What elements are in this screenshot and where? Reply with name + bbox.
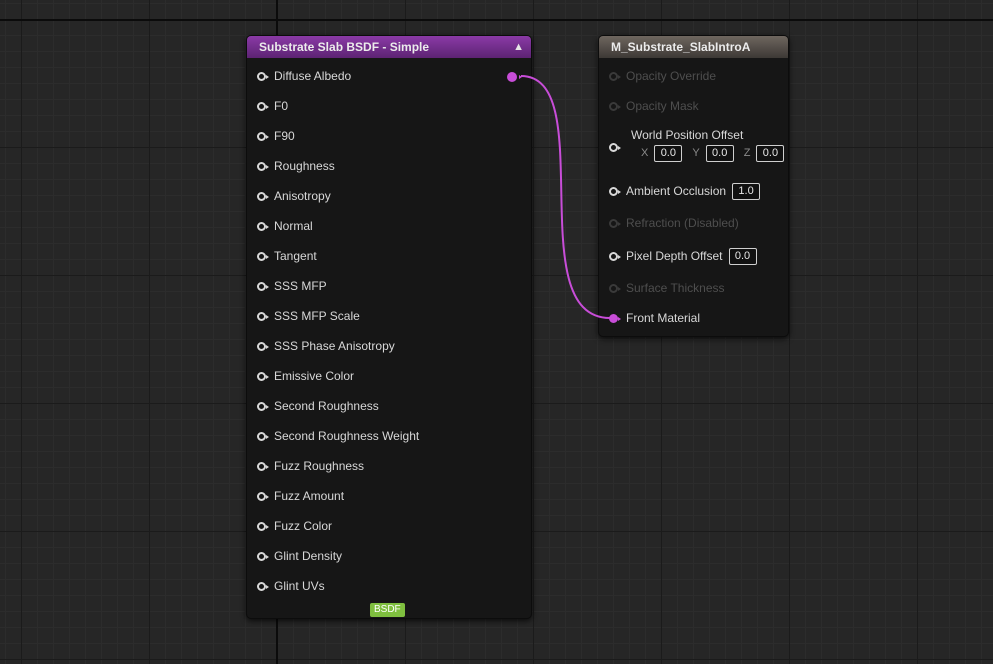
pin-label: Glint Density: [274, 549, 343, 563]
pin-label: Roughness: [274, 159, 335, 173]
pin-label: SSS MFP: [274, 279, 327, 293]
pin-row-opacity-mask[interactable]: Opacity Mask: [609, 97, 699, 115]
input-pin-icon[interactable]: [609, 142, 621, 152]
slab-node-header[interactable]: Substrate Slab BSDF - Simple ▲: [247, 36, 531, 58]
input-pin-icon[interactable]: [257, 311, 269, 321]
graph-origin-horizontal-line: [0, 19, 993, 21]
pin-label: SSS Phase Anisotropy: [274, 339, 395, 353]
input-pin-icon[interactable]: [257, 371, 269, 381]
pin-row-front-material[interactable]: Front Material: [609, 309, 700, 327]
pin-row-fuzz-amount[interactable]: Fuzz Amount: [257, 487, 344, 505]
pin-label: World Position Offset: [631, 128, 744, 142]
input-pin-icon[interactable]: [257, 101, 269, 111]
ambient-occlusion-input[interactable]: 1.0: [732, 182, 761, 200]
pin-label: Anisotropy: [274, 189, 331, 203]
pin-row-pixel-depth-offset[interactable]: Pixel Depth Offset 0.0: [609, 247, 757, 265]
substrate-slab-node[interactable]: Substrate Slab BSDF - Simple ▲ Diffuse A…: [246, 35, 532, 619]
pin-row-tangent[interactable]: Tangent: [257, 247, 317, 265]
pin-row-roughness[interactable]: Roughness: [257, 157, 335, 175]
pin-row-second-roughness[interactable]: Second Roughness: [257, 397, 379, 415]
input-pin-icon[interactable]: [257, 281, 269, 291]
pin-label: Refraction (Disabled): [626, 216, 739, 230]
input-pin-icon[interactable]: [257, 191, 269, 201]
wpo-z-input[interactable]: 0.0: [756, 144, 785, 162]
input-pin-icon[interactable]: [609, 283, 621, 293]
x-axis-label: X: [641, 147, 649, 159]
pin-row-surface-thickness[interactable]: Surface Thickness: [609, 279, 725, 297]
input-pin-icon[interactable]: [257, 341, 269, 351]
pin-label: Second Roughness Weight: [274, 429, 420, 443]
pin-label: Pixel Depth Offset: [626, 249, 723, 263]
bsdf-output-pin[interactable]: [507, 72, 522, 82]
pin-label: Fuzz Color: [274, 519, 333, 533]
input-pin-icon[interactable]: [257, 461, 269, 471]
material-output-node[interactable]: M_Substrate_SlabIntroA Opacity Override …: [598, 35, 789, 337]
input-pin-icon[interactable]: [257, 551, 269, 561]
pin-label: Opacity Mask: [626, 99, 699, 113]
pin-label: Diffuse Albedo: [274, 69, 352, 83]
pin-label: Glint UVs: [274, 579, 325, 593]
pin-row-glint-uvs[interactable]: Glint UVs: [257, 577, 325, 595]
pin-row-anisotropy[interactable]: Anisotropy: [257, 187, 331, 205]
wpo-x-input[interactable]: 0.0: [654, 144, 683, 162]
input-pin-icon[interactable]: [257, 131, 269, 141]
input-pin-icon[interactable]: [609, 251, 621, 261]
pin-label: F0: [274, 99, 289, 113]
pin-label: Opacity Override: [626, 69, 717, 83]
wire-path: [520, 75, 611, 319]
pin-row-normal[interactable]: Normal: [257, 217, 313, 235]
pin-label: Fuzz Amount: [274, 489, 345, 503]
pin-label: Fuzz Roughness: [274, 459, 365, 473]
input-pin-icon[interactable]: [609, 101, 621, 111]
pin-label: Second Roughness: [274, 399, 379, 413]
pin-row-glint-density[interactable]: Glint Density: [257, 547, 342, 565]
pin-row-sss-mfp[interactable]: SSS MFP: [257, 277, 327, 295]
wpo-y-input[interactable]: 0.0: [705, 144, 734, 162]
input-pin-icon[interactable]: [257, 581, 269, 591]
input-pin-icon[interactable]: [257, 491, 269, 501]
pixel-depth-offset-input[interactable]: 0.0: [728, 247, 757, 265]
material-node-header[interactable]: M_Substrate_SlabIntroA: [599, 36, 788, 58]
bsdf-output-badge: BSDF: [370, 603, 405, 617]
pin-label: Front Material: [626, 311, 701, 325]
slab-node-title: Substrate Slab BSDF - Simple: [259, 40, 430, 54]
input-pin-icon[interactable]: [257, 161, 269, 171]
pin-row-sss-phase-anisotropy[interactable]: SSS Phase Anisotropy: [257, 337, 395, 355]
pin-row-refraction[interactable]: Refraction (Disabled): [609, 214, 739, 232]
input-pin-icon[interactable]: [609, 313, 621, 323]
pin-row-diffuse-albedo[interactable]: Diffuse Albedo: [257, 67, 351, 85]
input-pin-icon[interactable]: [609, 218, 621, 228]
input-pin-icon[interactable]: [257, 521, 269, 531]
pin-row-world-position-offset[interactable]: [609, 138, 626, 156]
pin-label: F90: [274, 129, 295, 143]
pin-row-fuzz-color[interactable]: Fuzz Color: [257, 517, 332, 535]
input-pin-icon[interactable]: [257, 401, 269, 411]
world-position-offset-values: X 0.0 Y 0.0 Z 0.0: [641, 144, 785, 162]
input-pin-icon[interactable]: [609, 186, 621, 196]
pin-row-second-roughness-weight[interactable]: Second Roughness Weight: [257, 427, 419, 445]
pin-label: Emissive Color: [274, 369, 355, 383]
pin-label: SSS MFP Scale: [274, 309, 360, 323]
pin-row-f0[interactable]: F0: [257, 97, 288, 115]
pin-row-sss-mfp-scale[interactable]: SSS MFP Scale: [257, 307, 360, 325]
y-axis-label: Y: [692, 147, 700, 159]
pin-label: Surface Thickness: [626, 281, 725, 295]
input-pin-icon[interactable]: [257, 251, 269, 261]
pin-label: Tangent: [274, 249, 317, 263]
pin-row-fuzz-roughness[interactable]: Fuzz Roughness: [257, 457, 364, 475]
pin-row-f90[interactable]: F90: [257, 127, 295, 145]
input-pin-icon[interactable]: [257, 221, 269, 231]
z-axis-label: Z: [743, 147, 751, 159]
pin-label: Normal: [274, 219, 313, 233]
input-pin-icon[interactable]: [257, 71, 269, 81]
world-position-offset-label-row: World Position Offset: [631, 126, 743, 144]
pin-label: Ambient Occlusion: [626, 184, 727, 198]
pin-row-ambient-occlusion[interactable]: Ambient Occlusion 1.0: [609, 182, 761, 200]
pin-row-opacity-override[interactable]: Opacity Override: [609, 67, 716, 85]
collapse-icon[interactable]: ▲: [513, 36, 524, 58]
input-pin-icon[interactable]: [257, 431, 269, 441]
input-pin-icon[interactable]: [609, 71, 621, 81]
material-node-title: M_Substrate_SlabIntroA: [611, 40, 751, 54]
pin-row-emissive-color[interactable]: Emissive Color: [257, 367, 354, 385]
